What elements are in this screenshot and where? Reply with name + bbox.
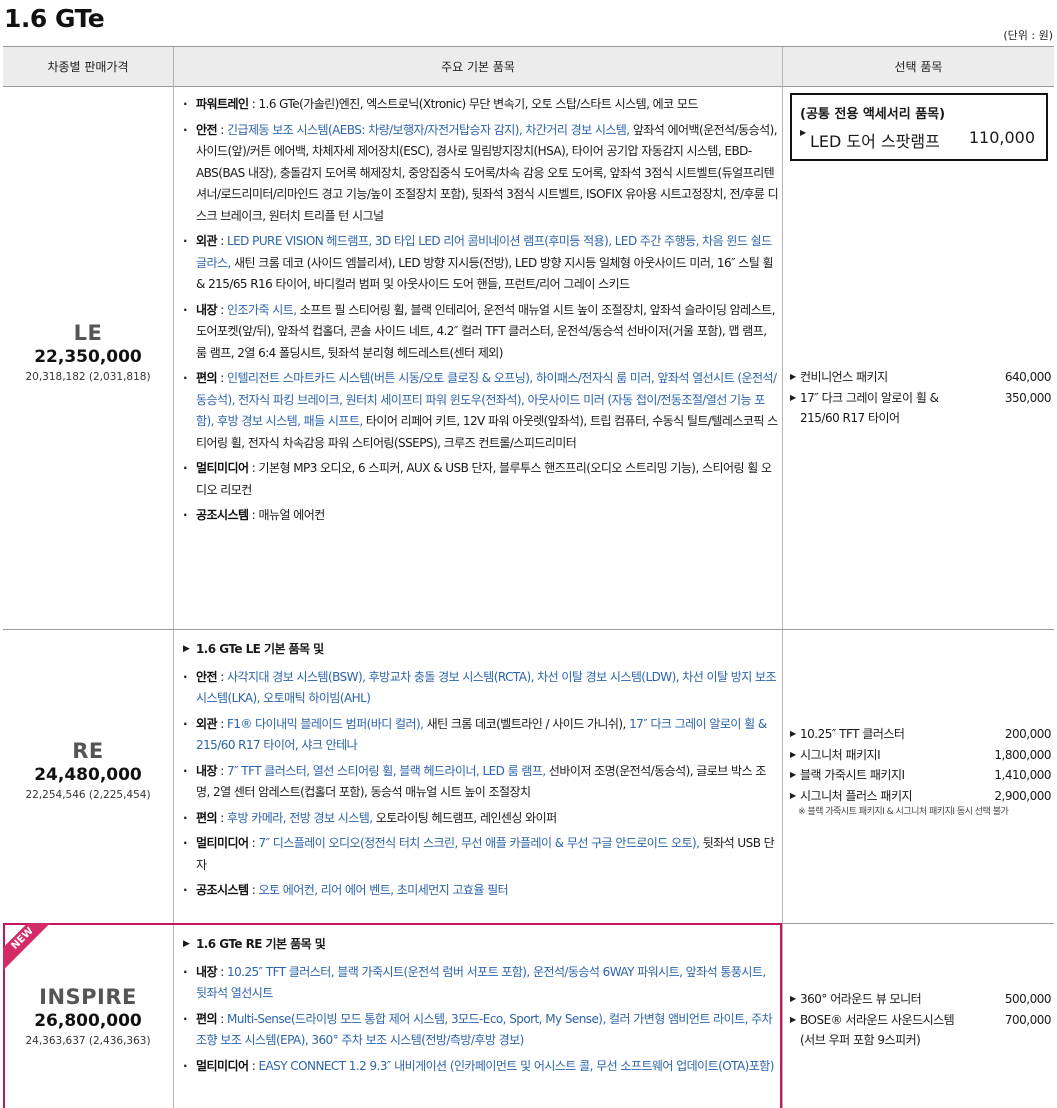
feature-group-climate: · 공조시스템 : 매뉴얼 에어컨 xyxy=(183,505,779,527)
bullet-icon: · xyxy=(183,508,188,522)
feature-group-multimedia: · 멀티미디어 : EASY CONNECT 1.2 9.3″ 내비게이션 (인… xyxy=(183,1056,779,1078)
option-price: 1,800,000 xyxy=(994,747,1051,762)
arrow-right-icon: ▶ xyxy=(790,790,796,800)
trim-price-breakdown: 22,254,546 (2,225,454) xyxy=(25,789,151,801)
arrow-right-icon: ▶ xyxy=(790,1014,796,1024)
arrow-right-icon: ▶ xyxy=(183,939,190,949)
arrow-right-icon: ▶ xyxy=(800,128,807,137)
bullet-icon: · xyxy=(183,122,188,137)
trim-le: LE 22,350,000 20,318,182 (2,031,818) xyxy=(3,321,173,383)
option-price: 700,000 xyxy=(1004,1012,1052,1027)
bullet-icon: · xyxy=(183,371,188,385)
option-price: 110,000 xyxy=(968,128,1035,147)
option-price: 200,000 xyxy=(1004,727,1052,741)
arrow-right-icon: ▶ xyxy=(183,644,190,654)
feature-group-safety: · 안전 : 사각지대 경보 시스템(BSW), 후방교차 충돌 경보 시스템(… xyxy=(183,667,779,710)
option-item: ▶ 10.25″ TFT 클러스터 200,000 xyxy=(790,724,1054,745)
bullet-icon: · xyxy=(183,836,188,850)
options-le: ▶ 컨비니언스 패키지 640,000 ▶ 17″ 다크 그레이 알로이 휠 & 2… xyxy=(790,367,1054,429)
bullet-icon: · xyxy=(183,810,188,825)
arrow-right-icon: ▶ xyxy=(790,770,796,779)
option-price: 640,000 xyxy=(1004,370,1052,384)
feature-group-exterior: · 외관 : LED PURE VISION 헤드램프, 3D 타입 LED 리… xyxy=(183,231,779,296)
option-item: ▶ 17″ 다크 그레이 알로이 휠 & 215/60 R17 타이어 350,0… xyxy=(790,388,1054,429)
feature-group-safety: · 안전 : 긴급제동 보조 시스템(AEBS: 차량/보행자/자전거탑승자 감… xyxy=(183,120,779,228)
accessory-item: ▶ LED 도어 스팟램프 110,000 xyxy=(800,128,1035,151)
bullet-icon: · xyxy=(183,883,188,897)
accessory-title: (공통 전용 액세서리 품목) xyxy=(800,107,946,122)
trim-price: 24,480,000 xyxy=(34,765,142,785)
trim-inspire: INSPIRE 26,800,000 24,363,637 (2,436,363… xyxy=(3,985,173,1047)
option-price: 500,000 xyxy=(1004,992,1052,1006)
option-price: 2,900,000 xyxy=(994,788,1051,803)
option-item: ▶ 360° 어라운드 뷰 모니터 500,000 xyxy=(790,989,1054,1010)
new-badge-wrap: NEW xyxy=(3,923,93,983)
base-features-heading: ▶ 1.6 GTe RE 기본 품목 및 xyxy=(183,934,779,956)
features-inspire: ▶ 1.6 GTe RE 기본 품목 및 · 내장 : 10.25″ TFT 클러… xyxy=(183,934,779,1081)
trim-price: 26,800,000 xyxy=(34,1011,142,1031)
trim-re: RE 24,480,000 22,254,546 (2,225,454) xyxy=(3,739,173,801)
accessory-box: (공통 전용 액세서리 품목) ▶ LED 도어 스팟램프 110,000 xyxy=(790,93,1048,161)
options-re: ▶ 10.25″ TFT 클러스터 200,000 ▶ 시그니처 패키지Ⅰ 1,80… xyxy=(790,724,1054,819)
header-options: 선택 품목 xyxy=(783,47,1054,87)
trim-name: LE xyxy=(73,321,103,345)
feature-group-interior: · 내장 : 7″ TFT 클러스터, 열선 스티어링 휠, 블랙 헤드라이너,… xyxy=(183,761,779,804)
arrow-right-icon: ▶ xyxy=(790,729,796,738)
feature-group-powertrain: · 파워트레인 : 1.6 GTe(가솔린)엔진, 엑스트로닉(Xtronic)… xyxy=(183,94,779,116)
arrow-right-icon: ▶ xyxy=(790,994,796,1003)
bullet-icon: · xyxy=(183,461,188,475)
bullet-icon: · xyxy=(183,716,188,731)
price-table: 차종별 판매가격 주요 기본 품목 선택 품목 LE 22,350,000 20… xyxy=(3,46,1054,1108)
feature-group-convenience: · 편의 : Multi-Sense(드라이빙 모드 통합 제어 시스템, 3모… xyxy=(183,1009,779,1052)
option-price: 1,410,000 xyxy=(994,768,1051,782)
features-le: · 파워트레인 : 1.6 GTe(가솔린)엔진, 엑스트로닉(Xtronic)… xyxy=(183,94,779,531)
unit-note: (단위 : 원) xyxy=(1003,29,1053,42)
new-badge: NEW xyxy=(3,923,62,978)
arrow-right-icon: ▶ xyxy=(790,749,796,759)
trim-price: 22,350,000 xyxy=(34,347,142,367)
bullet-icon: · xyxy=(183,1011,188,1026)
feature-group-convenience: · 편의 : 후방 카메라, 전방 경보 시스템, 오토라이팅 헤드램프, 레인… xyxy=(183,808,779,830)
option-item: ▶ 시그니처 패키지Ⅰ 1,800,000 xyxy=(790,745,1054,766)
bullet-icon: · xyxy=(183,1058,188,1073)
arrow-right-icon: ▶ xyxy=(790,392,796,402)
option-note: ※ 블랙 가죽시트 패키지Ⅰ & 시그니처 패키지Ⅰ 동시 선택 불가 xyxy=(798,807,1009,817)
bullet-icon: · xyxy=(183,763,188,778)
option-item: ▶ 블랙 가죽시트 패키지Ⅰ 1,410,000 xyxy=(790,765,1054,786)
bullet-icon: · xyxy=(183,234,188,248)
feature-group-interior: · 내장 : 10.25″ TFT 클러스터, 블랙 가죽시트(운전석 럼버 서… xyxy=(183,962,779,1005)
feature-group-multimedia: · 멀티미디어 : 기본형 MP3 오디오, 6 스피커, AUX & USB … xyxy=(183,458,779,501)
feature-group-climate: · 공조시스템 : 오토 에어컨, 리어 에어 벤트, 초미세먼지 고효율 필터 xyxy=(183,880,779,902)
option-item: ▶ 컨비니언스 패키지 640,000 xyxy=(790,367,1054,388)
header-features: 주요 기본 품목 xyxy=(174,47,782,87)
arrow-right-icon: ▶ xyxy=(790,372,796,381)
feature-group-multimedia: · 멀티미디어 : 7″ 디스플레이 오디오(정전식 터치 스크린, 무선 애플… xyxy=(183,833,779,876)
option-item: ▶ BOSE® 서라운드 사운드시스템 (서브 우퍼 포함 9스피커) 700,0… xyxy=(790,1010,1054,1051)
feature-group-convenience: · 편의 : 인텔리전트 스마트카드 시스템(버튼 시동/오토 클로징 & 오프… xyxy=(183,368,779,454)
column-divider xyxy=(782,47,783,1108)
trim-price-breakdown: 24,363,637 (2,436,363) xyxy=(25,1035,151,1047)
row-divider xyxy=(3,629,1054,630)
page-title: 1.6 GTe xyxy=(4,4,105,33)
bullet-icon: · xyxy=(183,669,188,684)
bullet-icon: · xyxy=(183,964,188,979)
feature-group-interior: · 내장 : 인조가죽 시트, 소프트 필 스티어링 휠, 블랙 인테리어, 운… xyxy=(183,300,779,365)
feature-group-exterior: · 외관 : F1® 다이내믹 블레이드 범퍼(바디 컬러), 새틴 크롬 데코… xyxy=(183,714,779,757)
options-inspire: ▶ 360° 어라운드 뷰 모니터 500,000 ▶ BOSE® 서라운드 사운드… xyxy=(790,989,1054,1051)
trim-price-breakdown: 20,318,182 (2,031,818) xyxy=(25,371,151,383)
header-trim: 차종별 판매가격 xyxy=(3,47,173,87)
base-features-heading: ▶ 1.6 GTe LE 기본 품목 및 xyxy=(183,639,779,661)
bullet-icon: · xyxy=(183,302,188,317)
option-item: ▶ 시그니처 플러스 패키지 2,900,000 xyxy=(790,786,1054,807)
option-price: 350,000 xyxy=(1004,390,1052,405)
bullet-icon: · xyxy=(183,97,188,111)
trim-name: RE xyxy=(72,739,104,763)
trim-name: INSPIRE xyxy=(39,985,137,1009)
features-re: ▶ 1.6 GTe LE 기본 품목 및 · 안전 : 사각지대 경보 시스템(B… xyxy=(183,639,779,906)
